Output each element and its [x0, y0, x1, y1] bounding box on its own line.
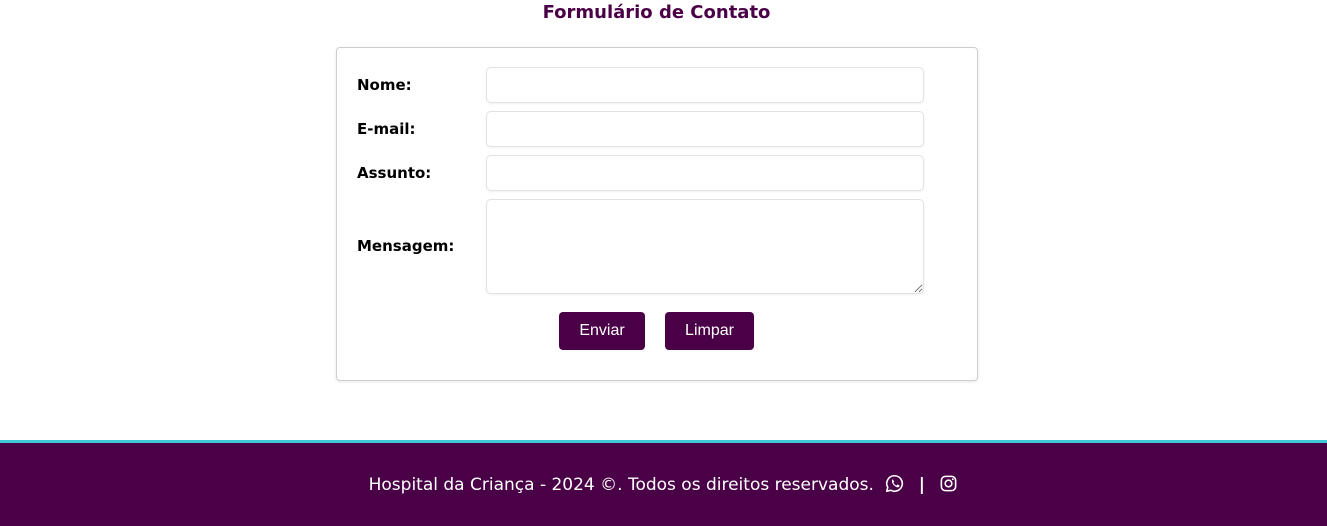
footer-content: Hospital da Criança - 2024 ©. Todos os d… — [0, 473, 1327, 497]
name-input[interactable] — [486, 67, 924, 103]
message-label: Mensagem: — [357, 237, 455, 255]
contact-form: Nome: E-mail: Assunto: Mensagem: Enviar … — [336, 47, 978, 381]
instagram-icon[interactable] — [939, 474, 958, 493]
copyright-text: Hospital da Criança - 2024 ©. Todos os d… — [368, 475, 874, 495]
email-input[interactable] — [486, 111, 924, 147]
send-button[interactable]: Enviar — [559, 312, 645, 350]
name-label: Nome: — [357, 76, 412, 94]
footer-separator: | — [918, 475, 925, 495]
whatsapp-icon[interactable] — [885, 474, 904, 493]
page-title: Formulário de Contato — [542, 2, 771, 23]
email-label: E-mail: — [357, 120, 416, 138]
subject-input[interactable] — [486, 155, 924, 191]
footer: Hospital da Criança - 2024 ©. Todos os d… — [0, 440, 1327, 526]
clear-button[interactable]: Limpar — [665, 312, 754, 350]
subject-label: Assunto: — [357, 164, 432, 182]
message-textarea[interactable] — [486, 199, 924, 294]
page: Formulário de Contato Nome: E-mail: Assu… — [0, 0, 1327, 526]
